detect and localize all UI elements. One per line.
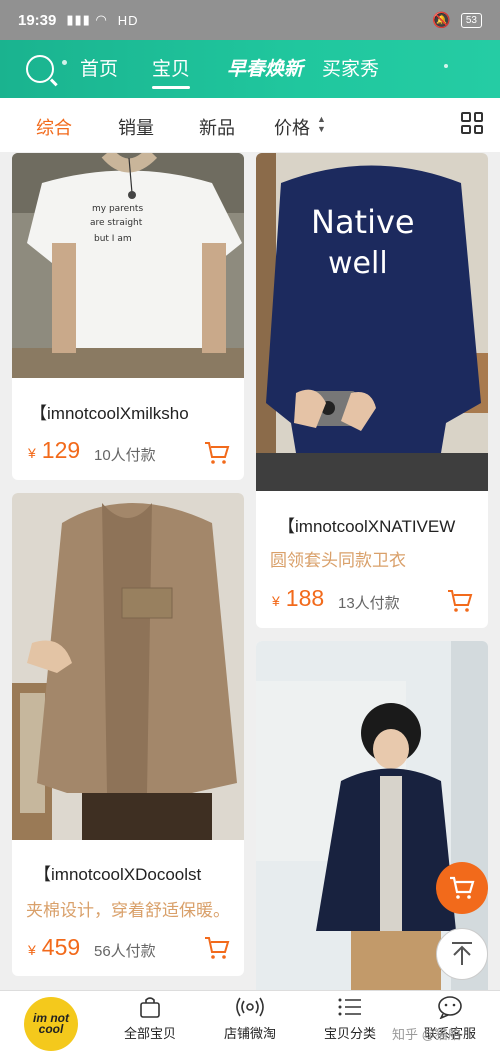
grid-view-icon[interactable]	[461, 112, 483, 134]
shop-logo-text: im not cool	[33, 1011, 69, 1036]
decor-dot	[62, 60, 67, 65]
currency-symbol: ¥	[28, 445, 36, 461]
cart-icon[interactable]	[447, 589, 473, 613]
battery-icon: 53	[460, 12, 482, 28]
sort-new[interactable]: 新品	[199, 114, 235, 140]
tab-shop-feed[interactable]: 店铺微淘	[210, 995, 290, 1042]
bottom-label: 店铺微淘	[223, 1026, 276, 1041]
network-label: HD	[117, 12, 139, 28]
shop-top-nav: 首页 宝贝 早春焕新 买家秀	[0, 40, 500, 98]
search-icon[interactable]	[26, 55, 54, 83]
svg-text:my parents: my parents	[92, 204, 143, 214]
back-to-top-button[interactable]	[436, 928, 488, 980]
product-image: my parents are straight but I am	[12, 153, 244, 378]
price-value: 188	[285, 585, 325, 611]
product-image: Native well	[256, 153, 488, 491]
status-bar: 19:39 ▮▮▮ ◠ HD 🔕 53	[0, 0, 500, 40]
sort-sales[interactable]: 销量	[118, 114, 154, 140]
mute-icon: 🔕	[432, 12, 451, 29]
currency-symbol: ¥	[272, 593, 280, 609]
list-icon	[338, 998, 361, 1016]
price-value: 129	[41, 437, 81, 463]
tab-home[interactable]: 首页	[80, 54, 118, 81]
product-subtitle: 夹棉设计，穿着舒适保暖。	[26, 901, 230, 920]
bottom-label: 宝贝分类	[323, 1026, 376, 1041]
product-subtitle: 圆领套头同款卫衣	[270, 551, 406, 570]
product-title: 【imnotcoolXDocoolst	[34, 865, 202, 884]
product-title: 【imnotcoolXmilksho	[30, 404, 189, 423]
tab-items[interactable]: 宝贝	[152, 54, 191, 89]
bottom-label: 全部宝贝	[123, 1026, 176, 1041]
product-price: ¥129	[28, 437, 80, 464]
signal-icon: ▮▮▮ ◠	[66, 12, 108, 27]
print-text-line1: Native	[311, 203, 415, 241]
sort-arrows-icon[interactable]: ▲ ▼	[317, 114, 326, 134]
shop-bottom-bar: im not cool 全部宝贝 店铺微淘 宝贝分类 联系客服	[0, 990, 500, 1055]
tab-buyer-show[interactable]: 买家秀	[322, 54, 379, 81]
product-card[interactable]: my parents are straight but I am 【imnotc…	[12, 153, 244, 480]
sort-overall[interactable]: 综合	[36, 114, 72, 140]
sold-count: 13人付款	[338, 595, 400, 612]
price-value: 459	[41, 934, 81, 960]
sort-price[interactable]: 价格	[274, 114, 310, 140]
status-time: 19:39	[18, 11, 57, 29]
svg-text:are straight: are straight	[90, 218, 143, 228]
broadcast-icon	[236, 997, 264, 1017]
tab-all-items[interactable]: 全部宝贝	[110, 995, 190, 1042]
cart-icon	[450, 876, 475, 899]
sold-count: 10人付款	[94, 447, 156, 464]
sold-count: 56人付款	[94, 943, 156, 960]
sort-bar: 综合 销量 新品 价格 ▲ ▼	[0, 98, 500, 152]
bag-icon	[140, 997, 160, 1018]
print-text-line2: well	[328, 246, 388, 281]
decor-dot	[444, 64, 448, 68]
cart-icon[interactable]	[204, 441, 230, 465]
arrow-up-icon	[452, 942, 472, 965]
product-card[interactable]: Native well 【imnotcoolXNATIVEW 圆领套头同款卫衣 …	[256, 153, 488, 628]
product-image	[12, 493, 244, 840]
watermark: 知乎 @猫舶	[392, 1027, 461, 1042]
svg-text:but I am: but I am	[94, 234, 132, 244]
product-card[interactable]: 【imnotcoolXDocoolst 夹棉设计，穿着舒适保暖。 ¥459 56…	[12, 493, 244, 976]
cart-icon[interactable]	[204, 936, 230, 960]
chat-icon	[438, 996, 462, 1019]
currency-symbol: ¥	[28, 942, 36, 958]
tab-categories[interactable]: 宝贝分类	[310, 995, 390, 1042]
product-price: ¥459	[28, 934, 80, 961]
product-price: ¥188	[272, 585, 324, 612]
product-title: 【imnotcoolXNATIVEW	[278, 517, 456, 536]
floating-cart-button[interactable]	[436, 862, 488, 914]
shop-logo[interactable]: im not cool	[24, 997, 78, 1051]
tab-spring-new[interactable]: 早春焕新	[227, 54, 303, 81]
